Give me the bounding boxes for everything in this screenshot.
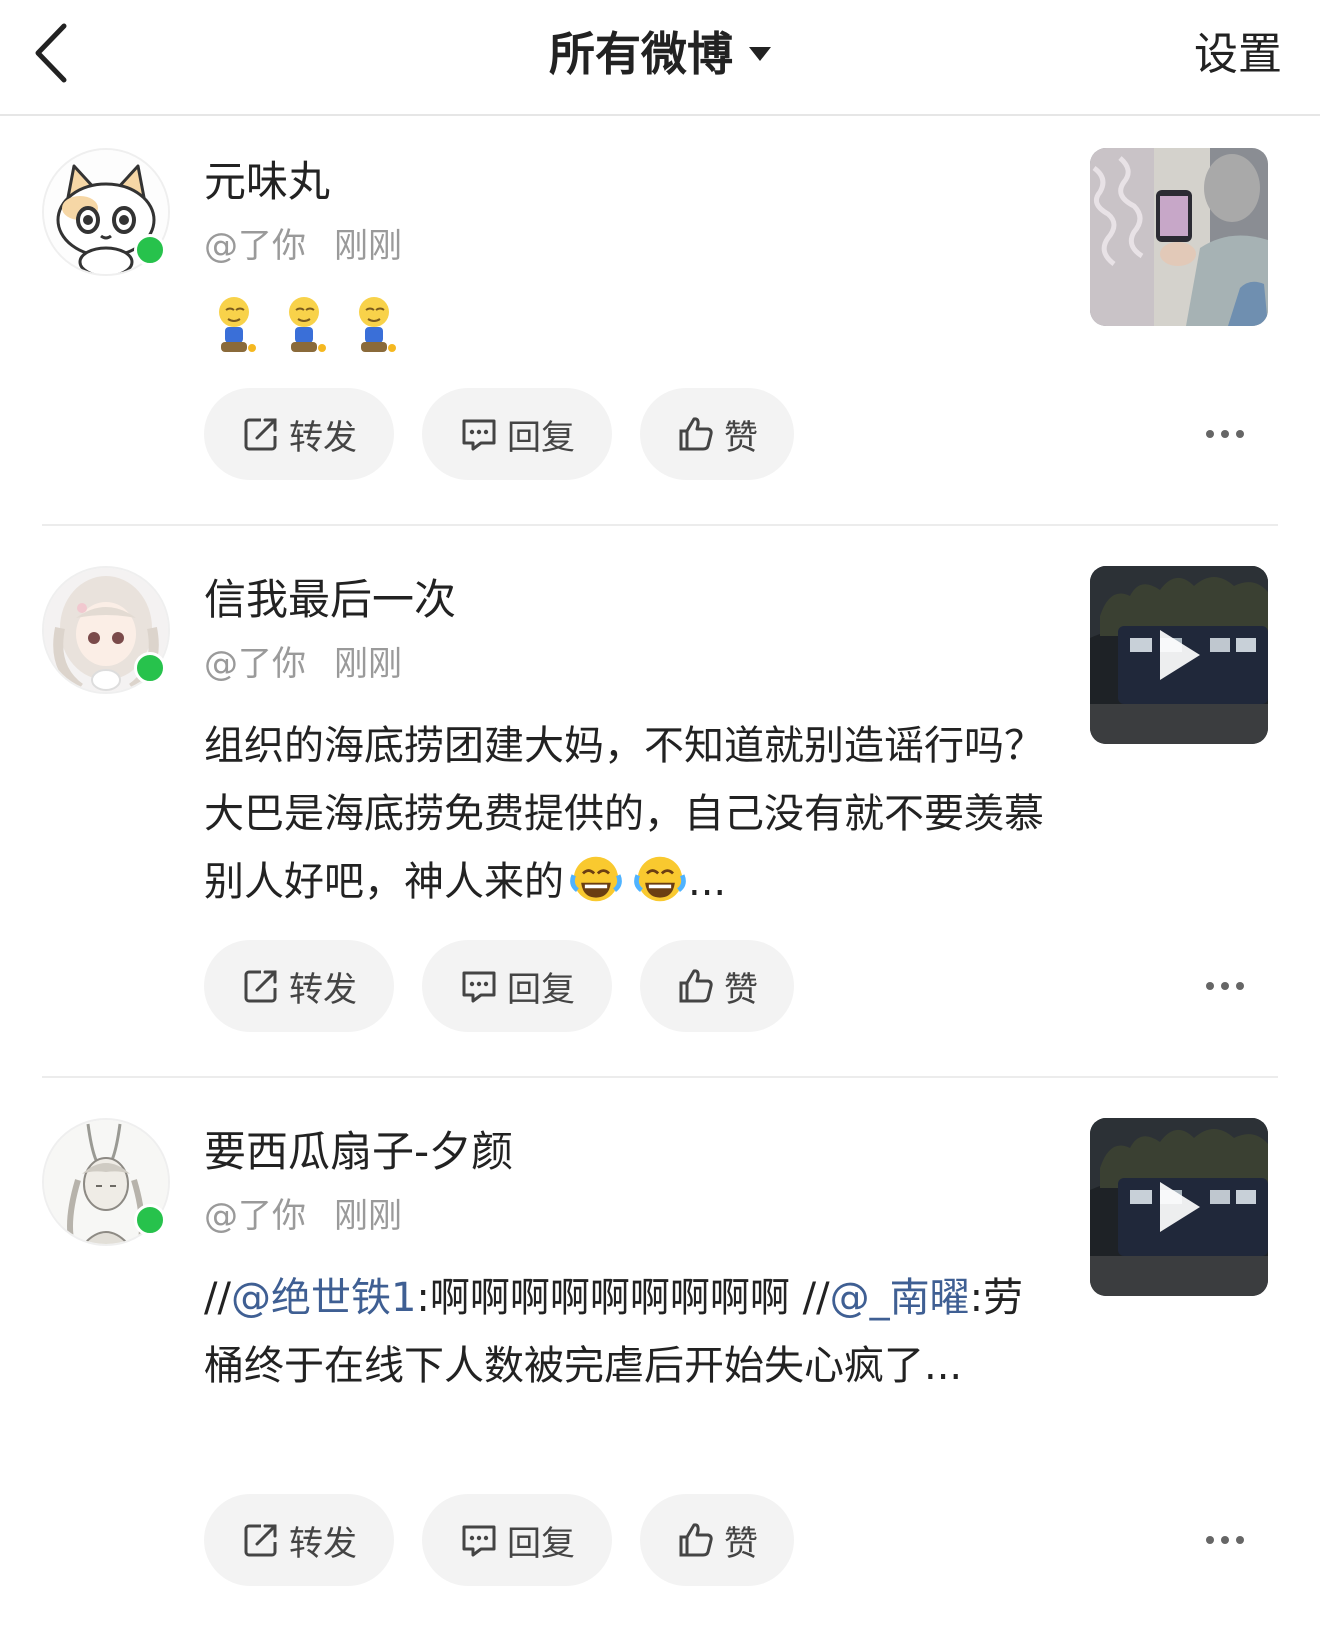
title-area: 所有微博 [0, 14, 1320, 94]
repost-label: 转发 [289, 969, 357, 1010]
reply-icon [462, 971, 496, 1003]
mention-link[interactable]: @绝世铁1 [231, 1275, 416, 1321]
repost-label: 转发 [289, 1523, 357, 1564]
truncation-ellipsis: ... [688, 859, 727, 905]
post-meta: @了你 刚刚 [204, 642, 402, 686]
top-bar: 所有微博 设置 [0, 0, 1320, 116]
online-status-dot [134, 652, 166, 684]
reply-label: 回复 [507, 417, 575, 458]
divider [42, 1076, 1278, 1078]
like-label: 赞 [724, 1523, 758, 1564]
laugh-cry-emoji-icon [570, 856, 622, 902]
repost-icon [244, 970, 277, 1003]
post-meta: @了你 刚刚 [204, 1194, 402, 1238]
more-icon [1206, 982, 1244, 990]
post-content[interactable]: 组织的海底捞团建大妈，不知道就别造谣行吗？大巴是海底捞免费提供的，自己没有就不要… [204, 712, 1044, 916]
repost-button[interactable]: 转发 [204, 940, 394, 1032]
online-status-dot [134, 234, 166, 266]
play-icon [1160, 630, 1200, 680]
reply-button[interactable]: 回复 [422, 940, 612, 1032]
repost-icon [244, 418, 277, 451]
emoji-icon [359, 297, 396, 352]
reply-button[interactable]: 回复 [422, 388, 612, 480]
post-meta: @了你 刚刚 [204, 224, 402, 268]
divider [42, 524, 1278, 526]
mention-link[interactable]: @_南曜 [830, 1275, 970, 1321]
more-button[interactable] [1195, 966, 1265, 1006]
settings-button[interactable]: 设置 [1194, 20, 1282, 90]
reply-button[interactable]: 回复 [422, 1494, 612, 1586]
emoji-icon [219, 297, 256, 352]
post-text: :啊啊啊啊啊啊啊啊啊 // [416, 1275, 830, 1321]
timestamp: 刚刚 [334, 644, 402, 684]
reply-icon [462, 419, 496, 451]
laugh-cry-emoji-icon [634, 856, 686, 902]
dropdown-caret-icon[interactable] [749, 47, 771, 61]
like-icon [679, 417, 713, 451]
post-content[interactable]: //@绝世铁1:啊啊啊啊啊啊啊啊啊 //@_南曜:劳桶终于在线下人数被完虐后开始… [204, 1264, 1044, 1400]
emoji-row [212, 294, 422, 364]
like-label: 赞 [724, 417, 758, 458]
video-thumbnail[interactable] [1090, 566, 1268, 744]
like-button[interactable]: 赞 [640, 388, 794, 480]
like-button[interactable]: 赞 [640, 940, 794, 1032]
post-text: // [204, 1275, 231, 1321]
username[interactable]: 要西瓜扇子-夕颜 [204, 1124, 513, 1180]
handle[interactable]: @了你 [204, 1196, 306, 1236]
username[interactable]: 信我最后一次 [204, 572, 456, 628]
repost-button[interactable]: 转发 [204, 1494, 394, 1586]
like-button[interactable]: 赞 [640, 1494, 794, 1586]
post-text: 组织的海底捞团建大妈，不知道就别造谣行吗？大巴是海底捞免费提供的，自己没有就不要… [204, 723, 1044, 905]
repost-button[interactable]: 转发 [204, 388, 394, 480]
repost-label: 转发 [289, 417, 357, 458]
repost-icon [244, 1524, 277, 1557]
like-icon [679, 969, 713, 1003]
handle[interactable]: @了你 [204, 226, 306, 266]
more-button[interactable] [1195, 1520, 1265, 1560]
more-icon [1206, 1536, 1244, 1544]
reply-label: 回复 [507, 1523, 575, 1564]
play-icon [1160, 1182, 1200, 1232]
post-thumbnail[interactable] [1090, 148, 1268, 326]
online-status-dot [134, 1204, 166, 1236]
like-label: 赞 [724, 969, 758, 1010]
reply-icon [462, 1525, 496, 1557]
timestamp: 刚刚 [334, 1196, 402, 1236]
more-button[interactable] [1195, 414, 1265, 454]
handle[interactable]: @了你 [204, 644, 306, 684]
reply-label: 回复 [507, 969, 575, 1010]
emoji-icon [289, 297, 326, 352]
username[interactable]: 元味丸 [204, 154, 330, 210]
like-icon [679, 1523, 713, 1557]
video-thumbnail[interactable] [1090, 1118, 1268, 1296]
timestamp: 刚刚 [334, 226, 402, 266]
more-icon [1206, 430, 1244, 438]
page-title-dropdown[interactable]: 所有微博 [549, 14, 733, 94]
